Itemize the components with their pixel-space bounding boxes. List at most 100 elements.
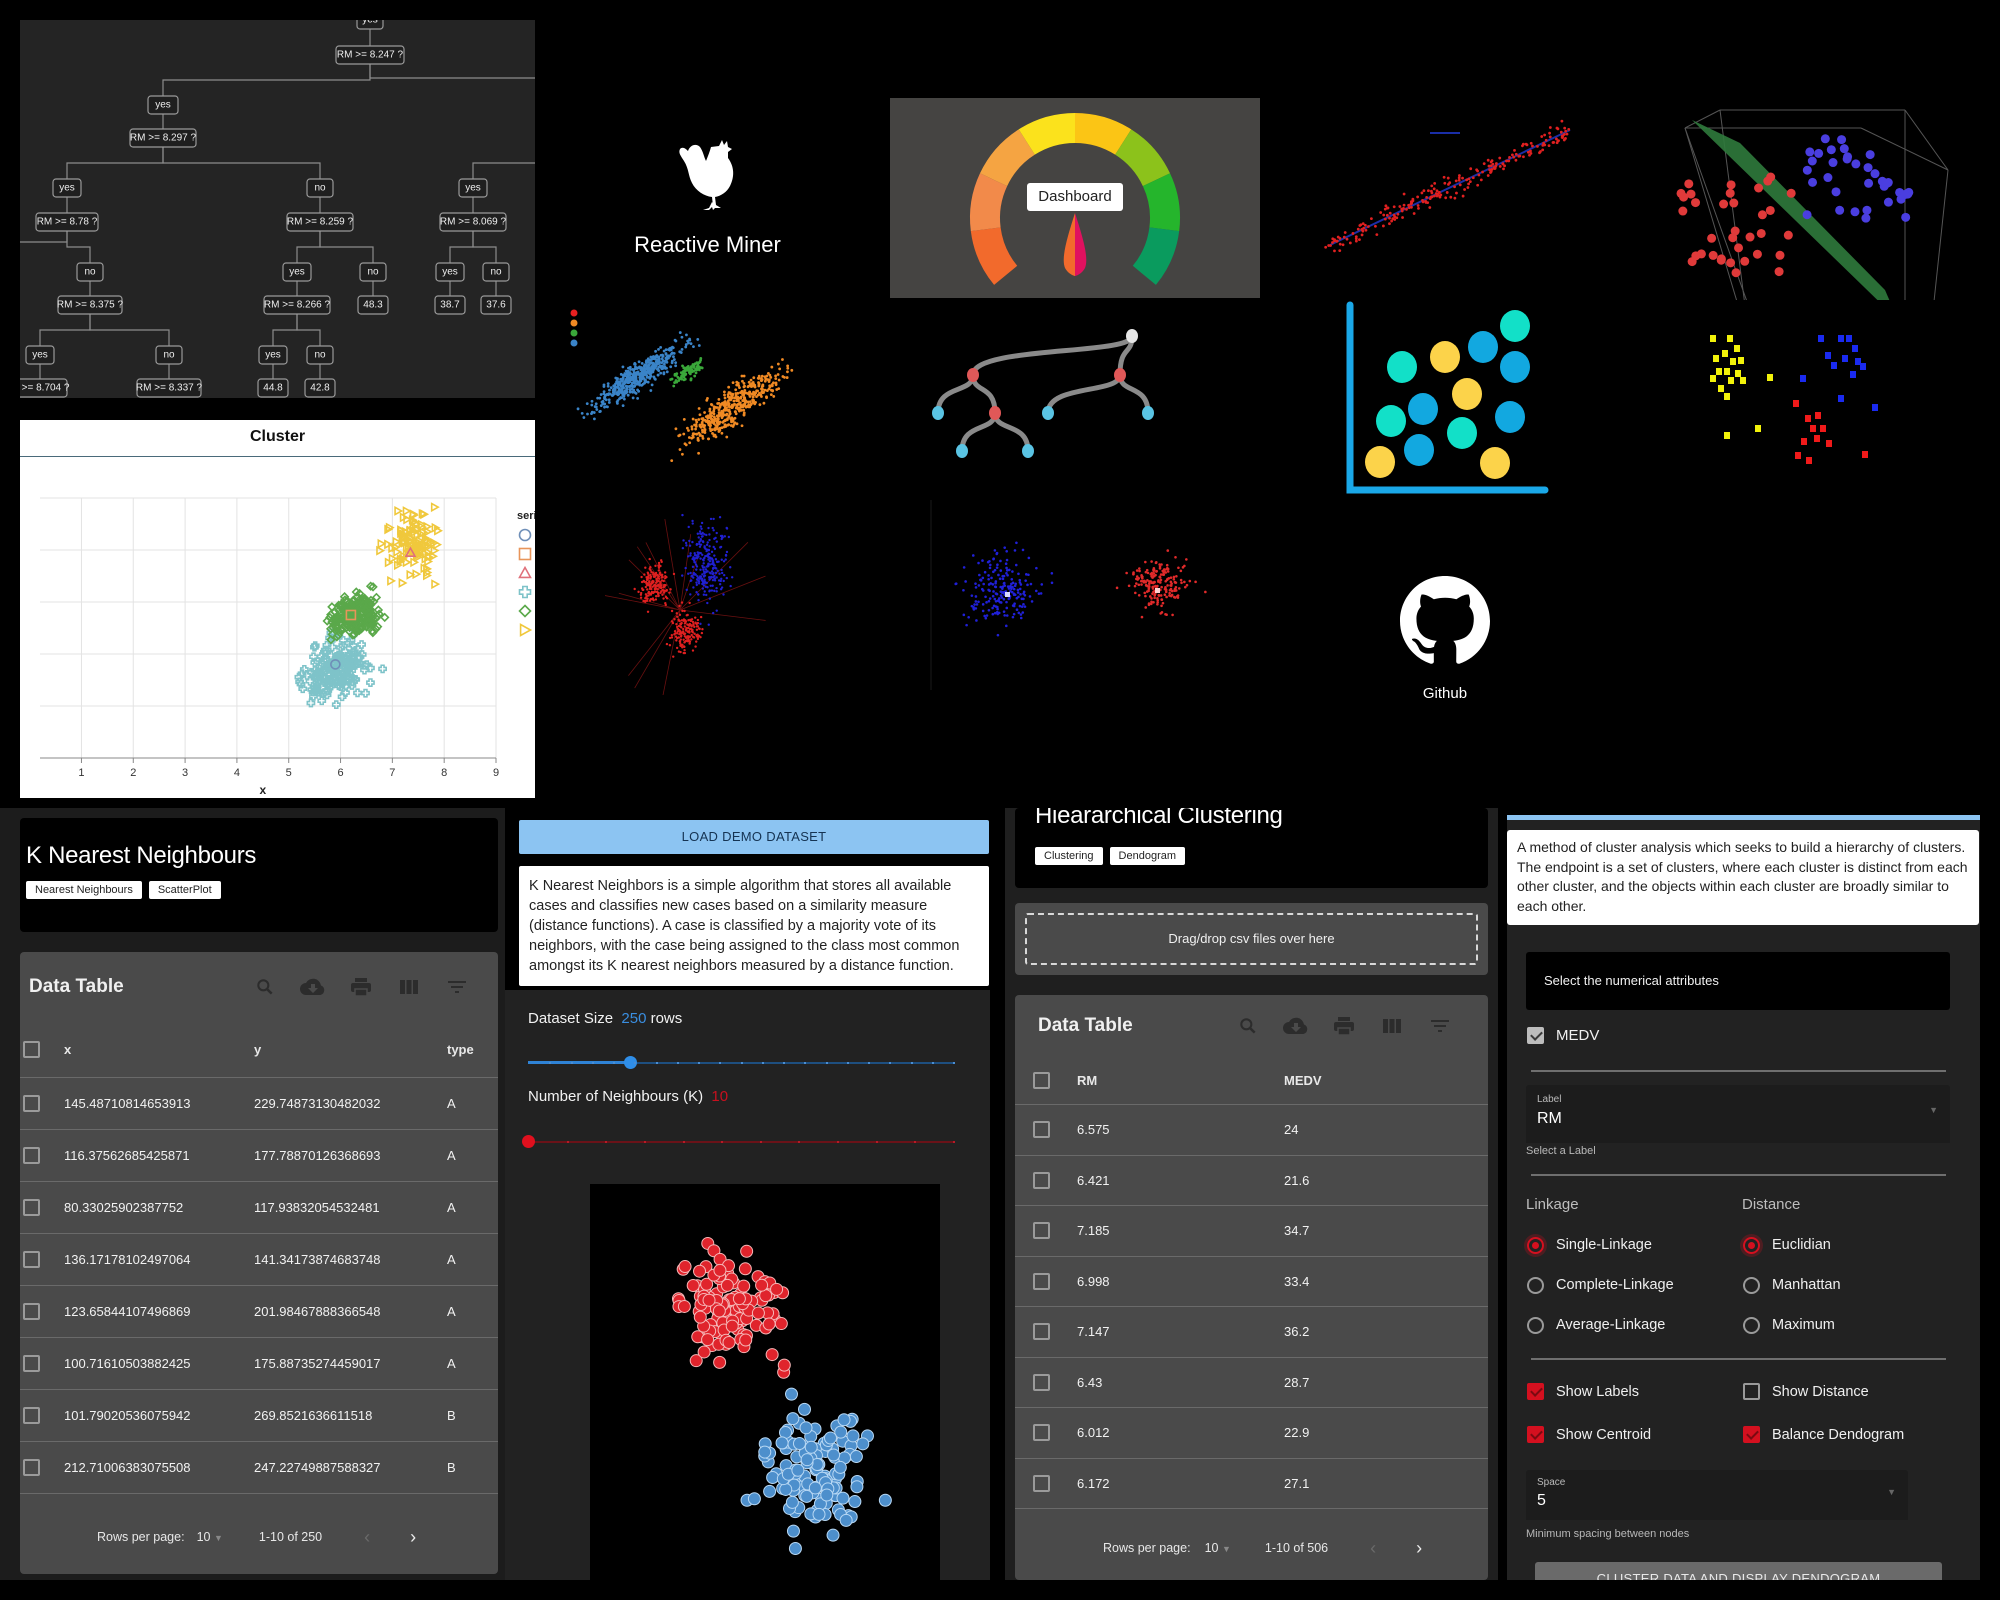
linear-regression-thumbnail[interactable]	[1320, 115, 1580, 255]
table-row[interactable]: 212.71006383075508 247.22749887588327 B	[20, 1442, 498, 1494]
checkbox[interactable]	[1527, 1383, 1544, 1400]
column-header-y[interactable]: y	[254, 1042, 447, 1057]
table-row[interactable]: 101.79020536075942 269.8521636611518 B	[20, 1390, 498, 1442]
bubble-cluster-icon[interactable]	[1340, 290, 1555, 500]
app-logo[interactable]: Reactive Miner	[600, 130, 815, 270]
table-row[interactable]: 7.147 36.2	[1015, 1307, 1488, 1358]
row-checkbox[interactable]	[23, 1095, 40, 1112]
row-checkbox[interactable]	[23, 1199, 40, 1216]
label-select[interactable]: Label RM ▼	[1526, 1085, 1950, 1143]
knn-lines-thumbnail[interactable]	[605, 495, 815, 695]
view-columns-icon[interactable]	[396, 974, 422, 1000]
multi-cluster-scatter-thumbnail[interactable]	[560, 305, 830, 480]
next-page-button[interactable]: ›	[410, 1527, 416, 1548]
table-row[interactable]: 100.71610503882425 175.88735274459017 A	[20, 1338, 498, 1390]
column-header-type[interactable]: type	[447, 1042, 474, 1057]
github-link[interactable]: Github	[1395, 575, 1495, 710]
prev-page-button[interactable]: ‹	[364, 1527, 370, 1548]
hc-top-button-edge[interactable]	[1507, 815, 1980, 820]
search-icon[interactable]	[1235, 1013, 1261, 1039]
csv-dropzone[interactable]: Drag/drop csv files over here	[1015, 903, 1488, 975]
next-page-button[interactable]: ›	[1416, 1538, 1422, 1559]
radio-button[interactable]	[1743, 1316, 1760, 1334]
display-option-checkbox[interactable]: Balance Dendogram	[1743, 1426, 1963, 1443]
cloud-download-icon[interactable]	[1283, 1013, 1309, 1039]
distance-option[interactable]: Manhattan	[1743, 1265, 1841, 1305]
dashboard-gauge-tile[interactable]: Dashboard	[890, 98, 1260, 298]
radio-button[interactable]	[1743, 1276, 1760, 1294]
row-checkbox[interactable]	[1033, 1121, 1050, 1139]
cloud-download-icon[interactable]	[300, 974, 326, 1000]
dataset-size-slider[interactable]	[528, 1056, 955, 1070]
checkbox[interactable]	[1527, 1027, 1544, 1044]
radio-button[interactable]	[1527, 1276, 1544, 1294]
tag-chip[interactable]: Dendogram	[1109, 847, 1186, 865]
table-row[interactable]: 6.43 28.7	[1015, 1358, 1488, 1408]
linkage-option[interactable]: Single-Linkage	[1527, 1225, 1674, 1265]
filter-icon[interactable]	[444, 974, 470, 1000]
rows-per-page-select[interactable]: 10 ▼	[197, 1530, 223, 1544]
checkbox[interactable]	[1743, 1383, 1760, 1400]
column-header-rm[interactable]: RM	[1077, 1073, 1284, 1088]
display-option-checkbox[interactable]: Show Labels	[1527, 1383, 1743, 1400]
distance-option[interactable]: Maximum	[1743, 1305, 1841, 1345]
row-checkbox[interactable]	[1033, 1474, 1050, 1492]
select-all-checkbox[interactable]	[1033, 1072, 1050, 1089]
table-row[interactable]: 80.33025902387752 117.93832054532481 A	[20, 1182, 498, 1234]
table-row[interactable]: 7.185 34.7	[1015, 1206, 1488, 1257]
radio-button[interactable]	[1743, 1236, 1760, 1254]
kmeans-squares-thumbnail[interactable]	[1700, 325, 1920, 475]
table-row[interactable]: 6.012 22.9	[1015, 1408, 1488, 1459]
k-slider[interactable]	[522, 1135, 955, 1149]
row-checkbox[interactable]	[1033, 1373, 1050, 1391]
column-header-x[interactable]: x	[64, 1042, 254, 1057]
row-checkbox[interactable]	[1033, 1424, 1050, 1442]
prev-page-button[interactable]: ‹	[1370, 1538, 1376, 1559]
tag-chip[interactable]: Clustering	[1035, 847, 1103, 865]
table-row[interactable]: 6.421 21.6	[1015, 1156, 1488, 1206]
view-columns-icon[interactable]	[1379, 1013, 1405, 1039]
print-icon[interactable]	[1331, 1013, 1357, 1039]
decision-tree-thumbnail[interactable]	[930, 320, 1220, 465]
kmeans-thumbnail[interactable]	[928, 495, 1223, 695]
table-row[interactable]: 6.575 24	[1015, 1105, 1488, 1156]
slider-thumb[interactable]	[522, 1135, 535, 1148]
table-row[interactable]: 145.48710814653913 229.74873130482032 A	[20, 1078, 498, 1130]
linkage-option[interactable]: Average-Linkage	[1527, 1305, 1674, 1345]
row-checkbox[interactable]	[23, 1407, 40, 1424]
row-checkbox[interactable]	[1033, 1272, 1050, 1290]
attribute-checkbox-medv[interactable]: MEDV	[1527, 1027, 1599, 1044]
radio-button[interactable]	[1527, 1236, 1544, 1254]
load-demo-dataset-button[interactable]: LOAD DEMO DATASET	[519, 820, 989, 854]
tag-chip[interactable]: ScatterPlot	[148, 881, 221, 899]
svm-3d-thumbnail[interactable]	[1660, 95, 1970, 300]
table-row[interactable]: 116.37562685425871 177.78870126368693 A	[20, 1130, 498, 1182]
display-option-checkbox[interactable]: Show Centroid	[1527, 1426, 1743, 1443]
table-row[interactable]: 6.998 33.4	[1015, 1257, 1488, 1307]
linkage-option[interactable]: Complete-Linkage	[1527, 1265, 1674, 1305]
tag-chip[interactable]: Nearest Neighbours	[26, 881, 142, 899]
row-checkbox[interactable]	[23, 1459, 40, 1476]
checkbox[interactable]	[1743, 1426, 1760, 1443]
row-checkbox[interactable]	[23, 1303, 40, 1320]
space-select[interactable]: Space 5 ▼	[1526, 1470, 1908, 1520]
row-checkbox[interactable]	[23, 1355, 40, 1372]
print-icon[interactable]	[348, 974, 374, 1000]
display-option-checkbox[interactable]: Show Distance	[1743, 1383, 1963, 1400]
select-all-checkbox[interactable]	[23, 1041, 40, 1058]
filter-icon[interactable]	[1427, 1013, 1453, 1039]
table-row[interactable]: 6.172 27.1	[1015, 1459, 1488, 1509]
row-checkbox[interactable]	[23, 1147, 40, 1164]
checkbox[interactable]	[1527, 1426, 1544, 1443]
table-row[interactable]: 136.17178102497064 141.34173874683748 A	[20, 1234, 498, 1286]
row-checkbox[interactable]	[1033, 1222, 1050, 1240]
row-checkbox[interactable]	[23, 1251, 40, 1268]
distance-option[interactable]: Euclidian	[1743, 1225, 1841, 1265]
search-icon[interactable]	[252, 974, 278, 1000]
radio-button[interactable]	[1527, 1316, 1544, 1334]
table-row[interactable]: 123.65844107496869 201.98467888366548 A	[20, 1286, 498, 1338]
row-checkbox[interactable]	[1033, 1323, 1050, 1341]
rows-per-page-select[interactable]: 10 ▼	[1205, 1541, 1231, 1555]
column-header-medv[interactable]: MEDV	[1284, 1073, 1322, 1088]
row-checkbox[interactable]	[1033, 1171, 1050, 1189]
